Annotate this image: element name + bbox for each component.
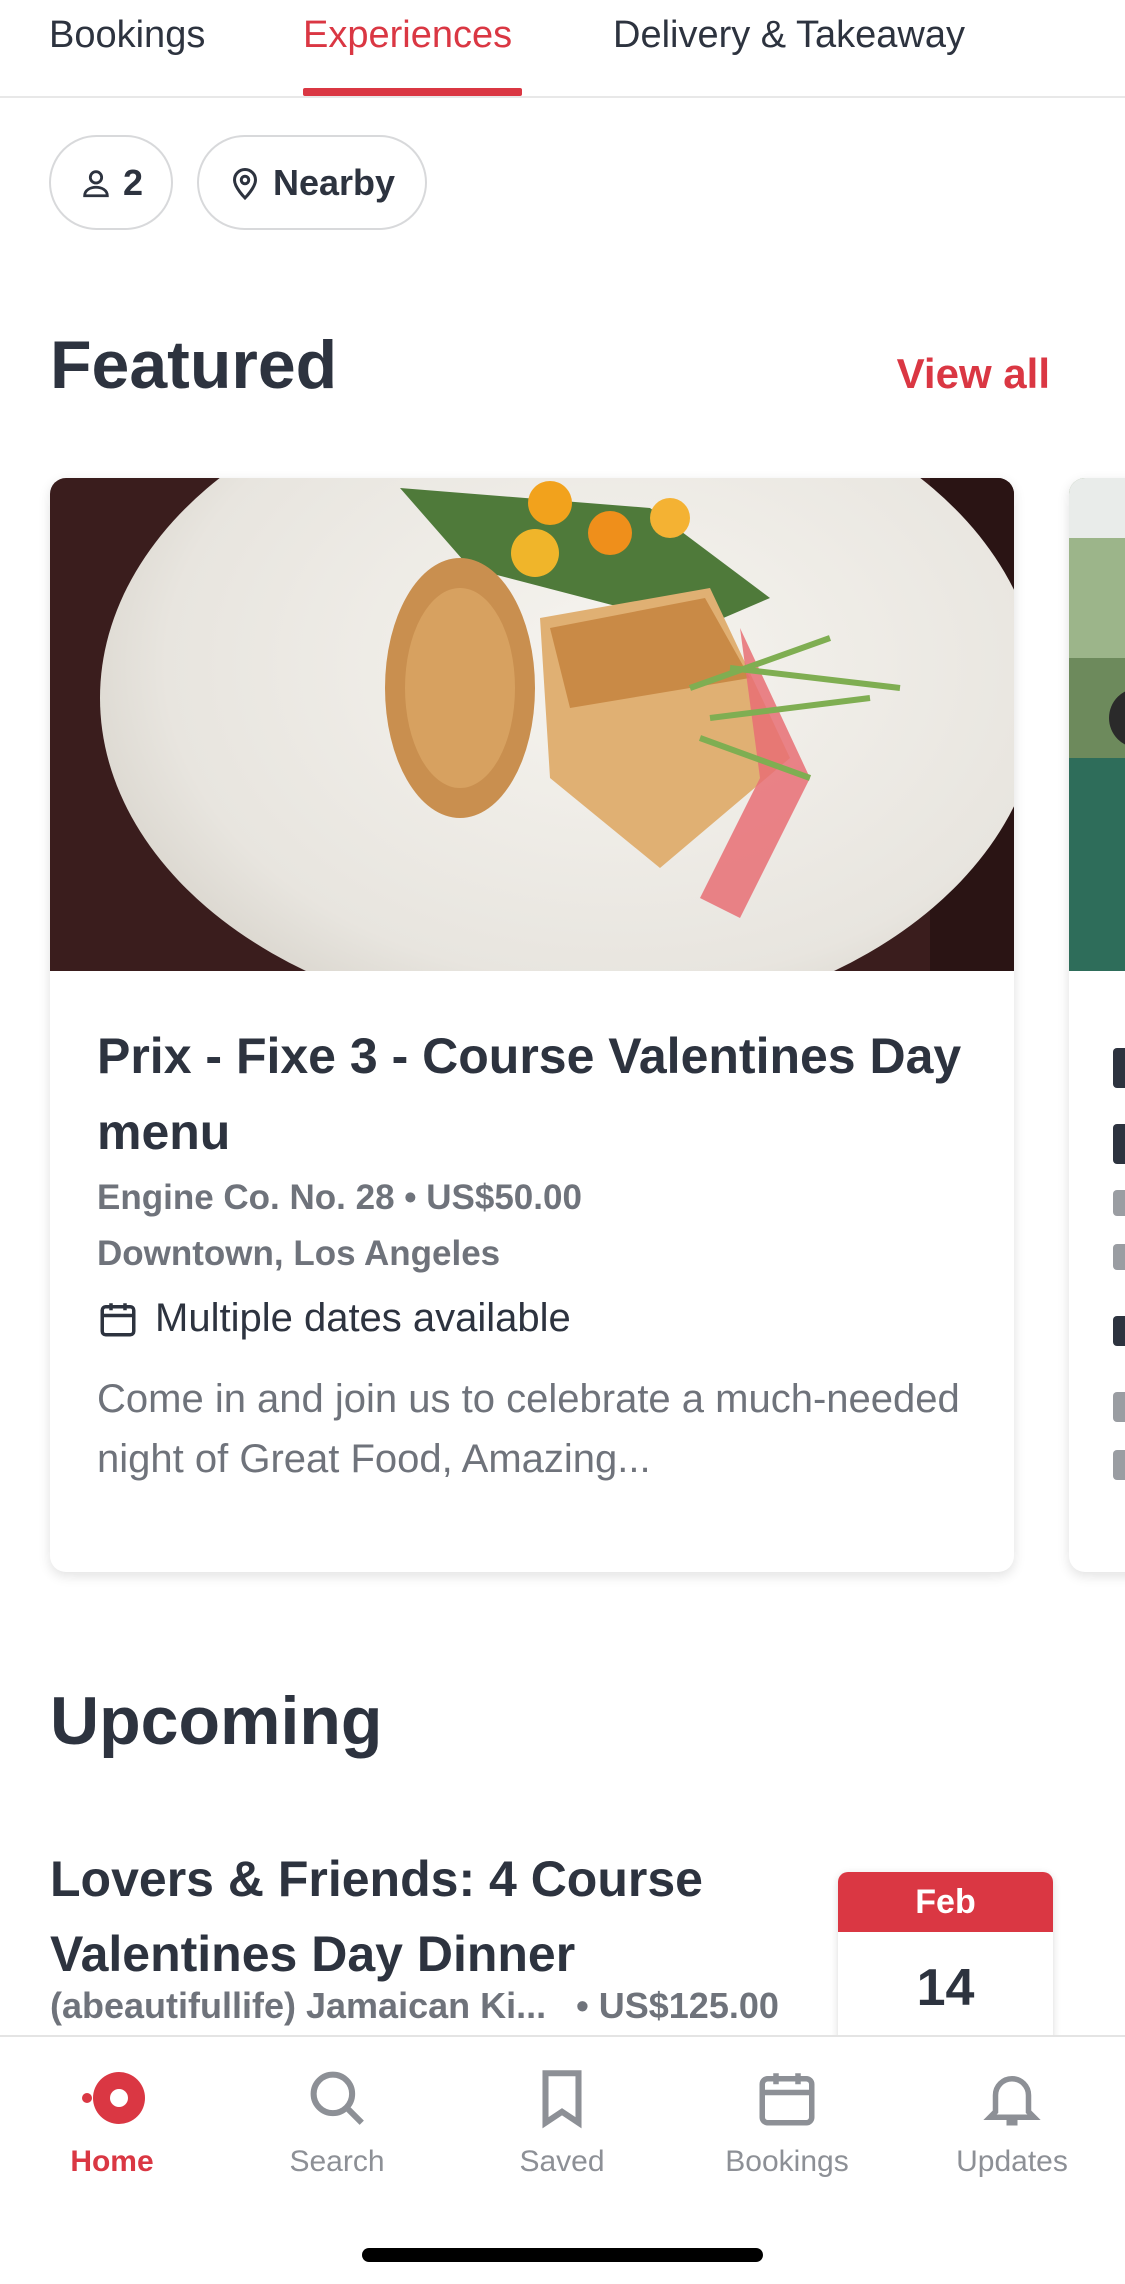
nav-home-label: Home	[70, 2145, 154, 2178]
nav-saved[interactable]: Saved	[462, 2065, 662, 2179]
top-tab-bar: Bookings Experiences Delivery & Takeaway	[0, 0, 1125, 98]
nav-updates[interactable]: Updates	[912, 2065, 1112, 2179]
nav-bookings[interactable]: Bookings	[687, 2065, 887, 2179]
upcoming-price: • US$125.00	[576, 1985, 779, 2026]
next-featured-card[interactable]	[1069, 478, 1125, 1572]
restaurant-photo	[1069, 478, 1125, 971]
home-dot-icon	[82, 2072, 145, 2124]
calendar-icon	[100, 1302, 136, 1336]
search-icon	[310, 2071, 364, 2125]
person-icon	[83, 169, 109, 197]
experience-location: Downtown, Los Angeles	[97, 1234, 501, 1273]
nav-search-label: Search	[289, 2145, 385, 2178]
active-tab-indicator	[303, 88, 522, 96]
location-value: Nearby	[273, 161, 396, 203]
experience-description: Come in and join us to celebrate a much-…	[97, 1377, 960, 1481]
nav-bookings-label: Bookings	[725, 2145, 849, 2178]
upcoming-restaurant: (abeautifullife) Jamaican Ki...	[50, 1985, 547, 2026]
restaurant-price: Engine Co. No. 28 • US$50.00	[97, 1178, 582, 1217]
nav-search[interactable]: Search	[237, 2065, 437, 2179]
location-pin-icon	[232, 167, 258, 200]
view-all-link[interactable]: View all	[897, 350, 1050, 398]
upcoming-title[interactable]: Lovers & Friends: 4 Course Valentines Da…	[50, 1842, 810, 1992]
dates-label: Multiple dates available	[155, 1296, 571, 1340]
card-details: Prix - Fixe 3 - Course Valentines Day me…	[97, 1018, 977, 1489]
bookmark-icon	[542, 2070, 582, 2129]
experiences-screen: Bookings Experiences Delivery & Takeaway…	[0, 0, 1125, 2284]
experience-title: Prix - Fixe 3 - Course Valentines Day me…	[97, 1028, 962, 1160]
location-chip[interactable]: Nearby	[197, 135, 427, 230]
bell-icon	[983, 2076, 1041, 2126]
bottom-navigation: Home Search Saved Bookings Updates	[0, 2035, 1125, 2284]
date-month: Feb	[838, 1872, 1053, 1932]
dish-photo	[50, 478, 1014, 971]
tab-experiences[interactable]: Experiences	[303, 14, 512, 57]
party-size-value: 2	[122, 161, 143, 203]
party-size-chip[interactable]: 2	[49, 135, 173, 230]
upcoming-heading: Upcoming	[50, 1683, 383, 1759]
dates-row: Multiple dates available	[97, 1296, 977, 1341]
calendar-icon	[759, 2073, 815, 2126]
featured-heading: Featured	[50, 327, 338, 403]
nav-home[interactable]: Home	[12, 2065, 212, 2179]
tab-bookings[interactable]: Bookings	[49, 14, 205, 57]
nav-saved-label: Saved	[519, 2145, 605, 2178]
home-indicator	[362, 2248, 763, 2262]
tab-delivery-takeaway[interactable]: Delivery & Takeaway	[613, 14, 965, 57]
upcoming-meta: (abeautifullife) Jamaican Ki... • US$125…	[50, 1985, 830, 2027]
nav-updates-label: Updates	[956, 2145, 1068, 2178]
featured-experience-card[interactable]: Prix - Fixe 3 - Course Valentines Day me…	[50, 478, 1014, 1572]
